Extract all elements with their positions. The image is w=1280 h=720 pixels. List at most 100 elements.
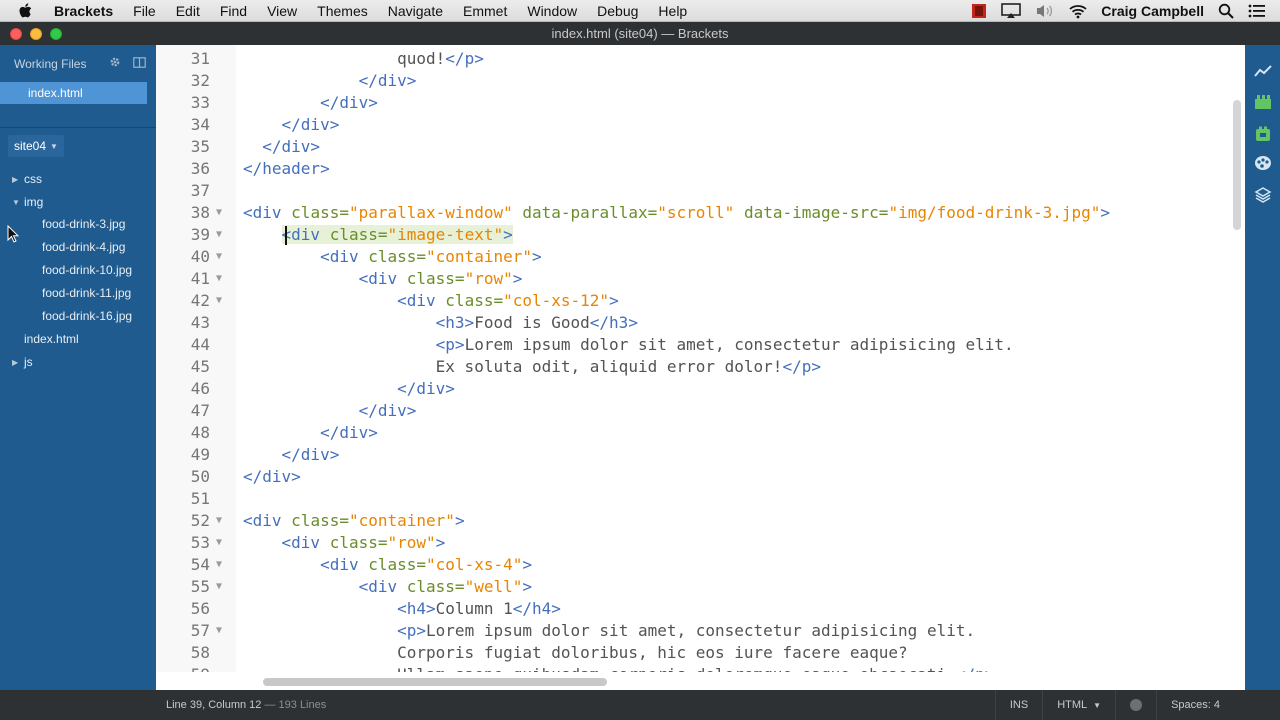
code-line[interactable]: 31 quod!</p> — [156, 48, 1245, 70]
tree-file-food-drink-16[interactable]: food-drink-16.jpg — [42, 306, 132, 326]
code-line[interactable]: 51 — [156, 488, 1245, 510]
code-line[interactable]: 45 Ex soluta odit, aliquid error dolor!<… — [156, 356, 1245, 378]
code-line[interactable]: 58 Corporis fugiat doloribus, hic eos iu… — [156, 642, 1245, 664]
fold-arrow-icon[interactable]: ▼ — [216, 224, 222, 246]
linter-status-indicator[interactable] — [1115, 690, 1156, 720]
code-line[interactable]: 36 </header> — [156, 158, 1245, 180]
code-token: </div> — [243, 445, 340, 464]
emmet-icon[interactable] — [1253, 124, 1273, 144]
extension-manager-icon[interactable] — [1253, 92, 1273, 112]
menu-themes[interactable]: Themes — [307, 3, 378, 19]
menu-debug[interactable]: Debug — [587, 3, 648, 19]
fold-arrow-icon[interactable]: ▼ — [216, 576, 222, 598]
code-line[interactable]: 42 ▼ <div class="col-xs-12"> — [156, 290, 1245, 312]
code-line[interactable]: 53 ▼ <div class="row"> — [156, 532, 1245, 554]
code-line[interactable]: 48 </div> — [156, 422, 1245, 444]
code-line[interactable]: 44 <p>Lorem ipsum dolor sit amet, consec… — [156, 334, 1245, 356]
indent-setting[interactable]: Spaces: 4 — [1156, 690, 1234, 720]
code-line[interactable]: 57 ▼ <p>Lorem ipsum dolor sit amet, conse… — [156, 620, 1245, 642]
menu-window[interactable]: Window — [517, 3, 587, 19]
airplay-icon[interactable] — [1001, 2, 1022, 20]
code-line[interactable]: 40 ▼ <div class="container"> — [156, 246, 1245, 268]
code-line[interactable]: 33 </div> — [156, 92, 1245, 114]
chevron-down-icon: ▼ — [1093, 700, 1102, 710]
gear-icon[interactable] — [109, 56, 121, 71]
code-line[interactable]: 32 </div> — [156, 70, 1245, 92]
line-number: 42 — [190, 291, 210, 310]
tree-folder-js[interactable]: ▶ js — [12, 352, 33, 372]
split-view-icon[interactable] — [133, 56, 146, 71]
code-line[interactable]: 37 — [156, 180, 1245, 202]
spotlight-search-icon[interactable] — [1218, 2, 1234, 20]
code-token: class= — [368, 247, 427, 266]
window-minimize-button[interactable] — [30, 28, 42, 40]
tree-file-food-drink-11[interactable]: food-drink-11.jpg — [42, 283, 131, 303]
code-line[interactable]: 43 <h3>Food is Good</h3> — [156, 312, 1245, 334]
fold-arrow-icon[interactable]: ▼ — [216, 620, 222, 642]
code-line[interactable]: 50 </div> — [156, 466, 1245, 488]
fold-arrow-icon[interactable]: ▼ — [216, 532, 222, 554]
menu-view[interactable]: View — [257, 3, 307, 19]
code-token: Column 1 — [435, 599, 513, 618]
code-line[interactable]: 38 ▼ <div class="parallax-window" data-par… — [156, 202, 1245, 224]
code-line[interactable]: 46 </div> — [156, 378, 1245, 400]
apple-icon[interactable] — [18, 2, 40, 19]
code-line[interactable]: 34 </div> — [156, 114, 1245, 136]
menu-navigate[interactable]: Navigate — [378, 3, 453, 19]
working-file-item[interactable]: index.html — [0, 82, 147, 104]
menu-emmet[interactable]: Emmet — [453, 3, 517, 19]
code-token: <div — [358, 269, 407, 288]
menu-help[interactable]: Help — [648, 3, 697, 19]
fold-arrow-icon[interactable]: ▼ — [216, 510, 222, 532]
code-line[interactable]: 35 </div> — [156, 136, 1245, 158]
insert-mode-toggle[interactable]: INS — [994, 690, 1042, 720]
recording-icon[interactable] — [971, 2, 987, 20]
code-line[interactable]: 52 ▼ <div class="container"> — [156, 510, 1245, 532]
tree-folder-img[interactable]: ▼ img — [12, 192, 43, 212]
menu-edit[interactable]: Edit — [166, 3, 210, 19]
window-close-button[interactable] — [10, 28, 22, 40]
menu-app-name[interactable]: Brackets — [54, 3, 123, 19]
notification-center-icon[interactable] — [1248, 2, 1266, 20]
wifi-icon[interactable] — [1069, 2, 1087, 20]
code-line[interactable]: 56 <h4>Column 1</h4> — [156, 598, 1245, 620]
fold-arrow-icon[interactable]: ▼ — [216, 202, 222, 224]
code-token: Lorem ipsum dolor sit amet, consectetur … — [426, 621, 976, 640]
fold-arrow-icon[interactable]: ▼ — [216, 554, 222, 576]
live-preview-icon[interactable] — [1253, 62, 1273, 82]
code-line[interactable]: 49 </div> — [156, 444, 1245, 466]
window-zoom-button[interactable] — [50, 28, 62, 40]
code-editor[interactable]: 31 quod!</p> 32 </div> 33 </div> 34 </div> 3… — [156, 45, 1245, 690]
vertical-scrollbar-thumb[interactable] — [1233, 100, 1241, 230]
code-token: Ex soluta odit, aliquid error dolor! — [243, 357, 783, 376]
code-line[interactable]: 55 ▼ <div class="well"> — [156, 576, 1245, 598]
code-token: "container" — [426, 247, 532, 266]
theme-icon[interactable] — [1253, 153, 1273, 173]
code-line[interactable]: 54 ▼ <div class="col-xs-4"> — [156, 554, 1245, 576]
tree-file-food-drink-10[interactable]: food-drink-10.jpg — [42, 260, 132, 280]
code-line[interactable]: 39 ▼ <div class="image-text"> — [156, 224, 1245, 246]
project-dropdown[interactable]: site04 ▼ — [8, 135, 64, 157]
line-number: 57 — [190, 621, 210, 640]
horizontal-scrollbar-thumb[interactable] — [263, 678, 607, 686]
user-name[interactable]: Craig Campbell — [1101, 3, 1204, 19]
tree-file-food-drink-3[interactable]: food-drink-3.jpg — [42, 214, 125, 234]
code-text: <div class="row"> — [243, 532, 446, 554]
menu-file[interactable]: File — [123, 3, 166, 19]
menu-find[interactable]: Find — [210, 3, 257, 19]
fold-arrow-icon[interactable]: ▼ — [216, 246, 222, 268]
volume-icon[interactable] — [1035, 2, 1055, 20]
code-line[interactable]: 47 </div> — [156, 400, 1245, 422]
fold-arrow-icon[interactable]: ▼ — [216, 268, 222, 290]
tree-folder-css[interactable]: ▶ css — [12, 169, 42, 189]
tree-file-food-drink-4[interactable]: food-drink-4.jpg — [42, 237, 125, 257]
language-selector[interactable]: HTML ▼ — [1042, 690, 1115, 720]
layers-icon[interactable] — [1253, 185, 1273, 205]
fold-arrow-icon[interactable]: ▼ — [216, 290, 222, 312]
code-line[interactable]: 41 ▼ <div class="row"> — [156, 268, 1245, 290]
horizontal-scrollbar[interactable] — [156, 672, 1245, 690]
tree-file-index-html[interactable]: index.html — [24, 329, 79, 349]
